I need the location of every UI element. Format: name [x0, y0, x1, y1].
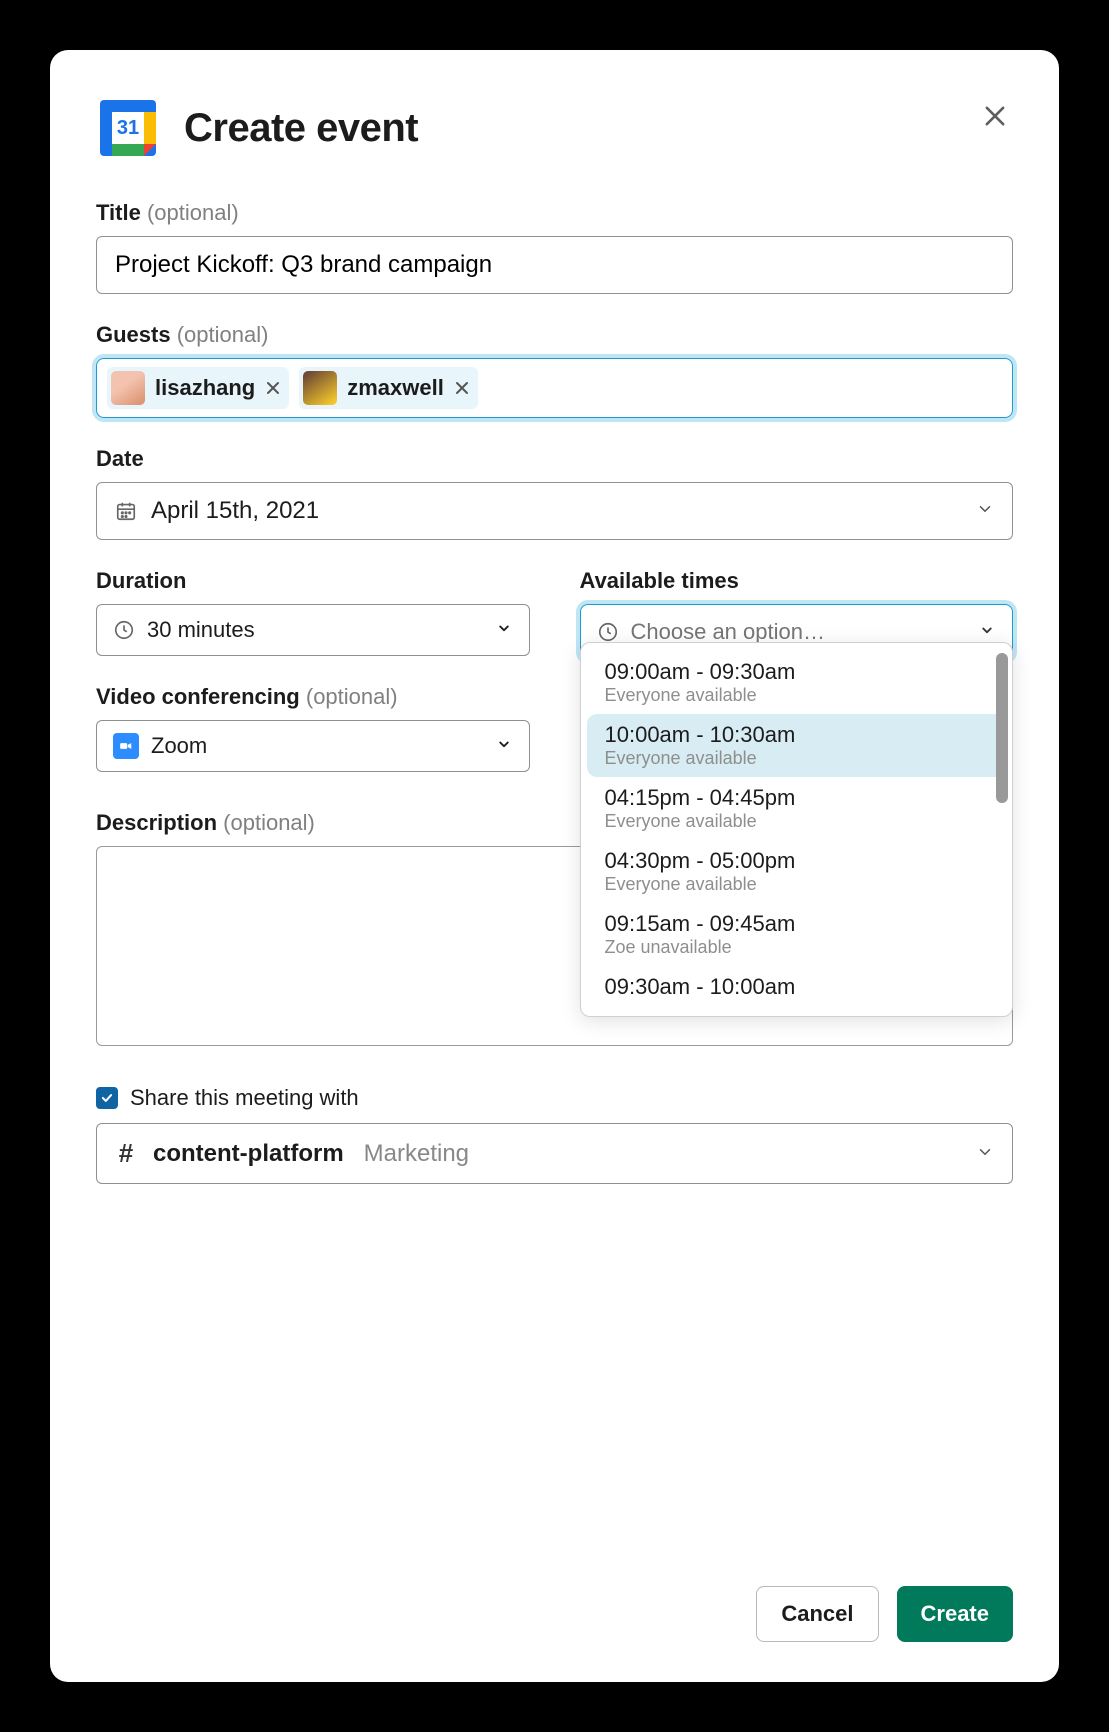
avatar [303, 371, 337, 405]
channel-select[interactable]: # content-platform Marketing [96, 1123, 1013, 1184]
video-label-text: Video conferencing [96, 684, 300, 709]
time-option[interactable]: 09:15am - 09:45am Zoe unavailable [587, 903, 1007, 966]
chevron-down-icon [976, 497, 994, 525]
guests-label-text: Guests [96, 322, 171, 347]
share-section: Share this meeting with # content-platfo… [96, 1079, 1013, 1184]
guest-chip[interactable]: zmaxwell [299, 367, 478, 409]
duration-value: 30 minutes [147, 617, 255, 643]
modal-title: Create event [184, 106, 418, 151]
duration-label: Duration [96, 568, 530, 594]
chevron-down-icon [495, 617, 513, 643]
share-checkbox[interactable] [96, 1087, 118, 1109]
guests-label: Guests (optional) [96, 322, 1013, 348]
time-option-availability: Everyone available [605, 874, 989, 895]
title-input[interactable] [96, 236, 1013, 294]
time-option-range: 09:00am - 09:30am [605, 659, 989, 685]
description-label-text: Description [96, 810, 217, 835]
title-section: Title (optional) [96, 200, 1013, 294]
channel-name: content-platform [153, 1140, 344, 1168]
time-option-range: 10:00am - 10:30am [605, 722, 989, 748]
time-option-availability: Everyone available [605, 685, 989, 706]
svg-text:31: 31 [117, 117, 139, 139]
title-label: Title (optional) [96, 200, 1013, 226]
time-option-range: 09:30am - 10:00am [605, 974, 989, 1000]
chevron-down-icon [976, 1140, 994, 1168]
zoom-icon [113, 733, 139, 759]
cancel-button[interactable]: Cancel [756, 1586, 878, 1642]
dropdown-scrollbar[interactable] [996, 653, 1008, 803]
time-option-range: 04:30pm - 05:00pm [605, 848, 989, 874]
duration-select[interactable]: 30 minutes [96, 604, 530, 656]
create-button[interactable]: Create [897, 1586, 1013, 1642]
share-label: Share this meeting with [130, 1085, 359, 1111]
modal-header: 31 Create event [96, 96, 1013, 160]
available-times-section: Available times Choose an option… 09:00a… [580, 568, 1014, 660]
video-select[interactable]: Zoom [96, 720, 530, 772]
guests-optional: (optional) [177, 322, 269, 347]
guest-chip-name: zmaxwell [347, 375, 444, 401]
time-option[interactable]: 04:15pm - 04:45pm Everyone available [587, 777, 1007, 840]
title-label-text: Title [96, 200, 141, 225]
date-label: Date [96, 446, 1013, 472]
time-option-range: 04:15pm - 04:45pm [605, 785, 989, 811]
calendar-icon [115, 500, 137, 522]
time-option[interactable]: 04:30pm - 05:00pm Everyone available [587, 840, 1007, 903]
create-event-modal: 31 Create event Title (optional) Guests … [50, 50, 1059, 1682]
time-option-availability: Everyone available [605, 811, 989, 832]
date-select[interactable]: April 15th, 2021 [96, 482, 1013, 540]
guests-input[interactable]: lisazhang zmaxwell [96, 358, 1013, 418]
avatar [111, 371, 145, 405]
time-option[interactable]: 09:30am - 10:00am [587, 966, 1007, 1008]
chevron-down-icon [495, 733, 513, 759]
date-value: April 15th, 2021 [151, 497, 319, 525]
remove-guest-icon[interactable] [265, 380, 281, 396]
duration-section: Duration 30 minutes Video conferencing (… [96, 568, 530, 772]
clock-icon [597, 621, 619, 643]
description-optional: (optional) [223, 810, 315, 835]
title-optional: (optional) [147, 200, 239, 225]
time-option[interactable]: 10:00am - 10:30am Everyone available [587, 714, 1007, 777]
clock-icon [113, 619, 135, 641]
time-option-range: 09:15am - 09:45am [605, 911, 989, 937]
google-calendar-icon: 31 [96, 96, 160, 160]
hash-icon: # [115, 1138, 137, 1169]
available-times-dropdown: 09:00am - 09:30am Everyone available 10:… [580, 642, 1014, 1017]
video-label: Video conferencing (optional) [96, 684, 530, 710]
video-value: Zoom [151, 733, 207, 759]
guests-section: Guests (optional) lisazhang zmaxwell [96, 322, 1013, 418]
modal-footer: Cancel Create [96, 1586, 1013, 1642]
remove-guest-icon[interactable] [454, 380, 470, 396]
date-section: Date April 15th, 2021 [96, 446, 1013, 540]
time-option-availability: Everyone available [605, 748, 989, 769]
time-option[interactable]: 09:00am - 09:30am Everyone available [587, 651, 1007, 714]
duration-available-row: Duration 30 minutes Video conferencing (… [96, 568, 1013, 772]
available-times-label: Available times [580, 568, 1014, 594]
guest-chip[interactable]: lisazhang [107, 367, 289, 409]
close-button[interactable] [981, 102, 1009, 135]
time-option-availability: Zoe unavailable [605, 937, 989, 958]
video-optional: (optional) [306, 684, 398, 709]
channel-description: Marketing [364, 1140, 469, 1168]
guest-chip-name: lisazhang [155, 375, 255, 401]
